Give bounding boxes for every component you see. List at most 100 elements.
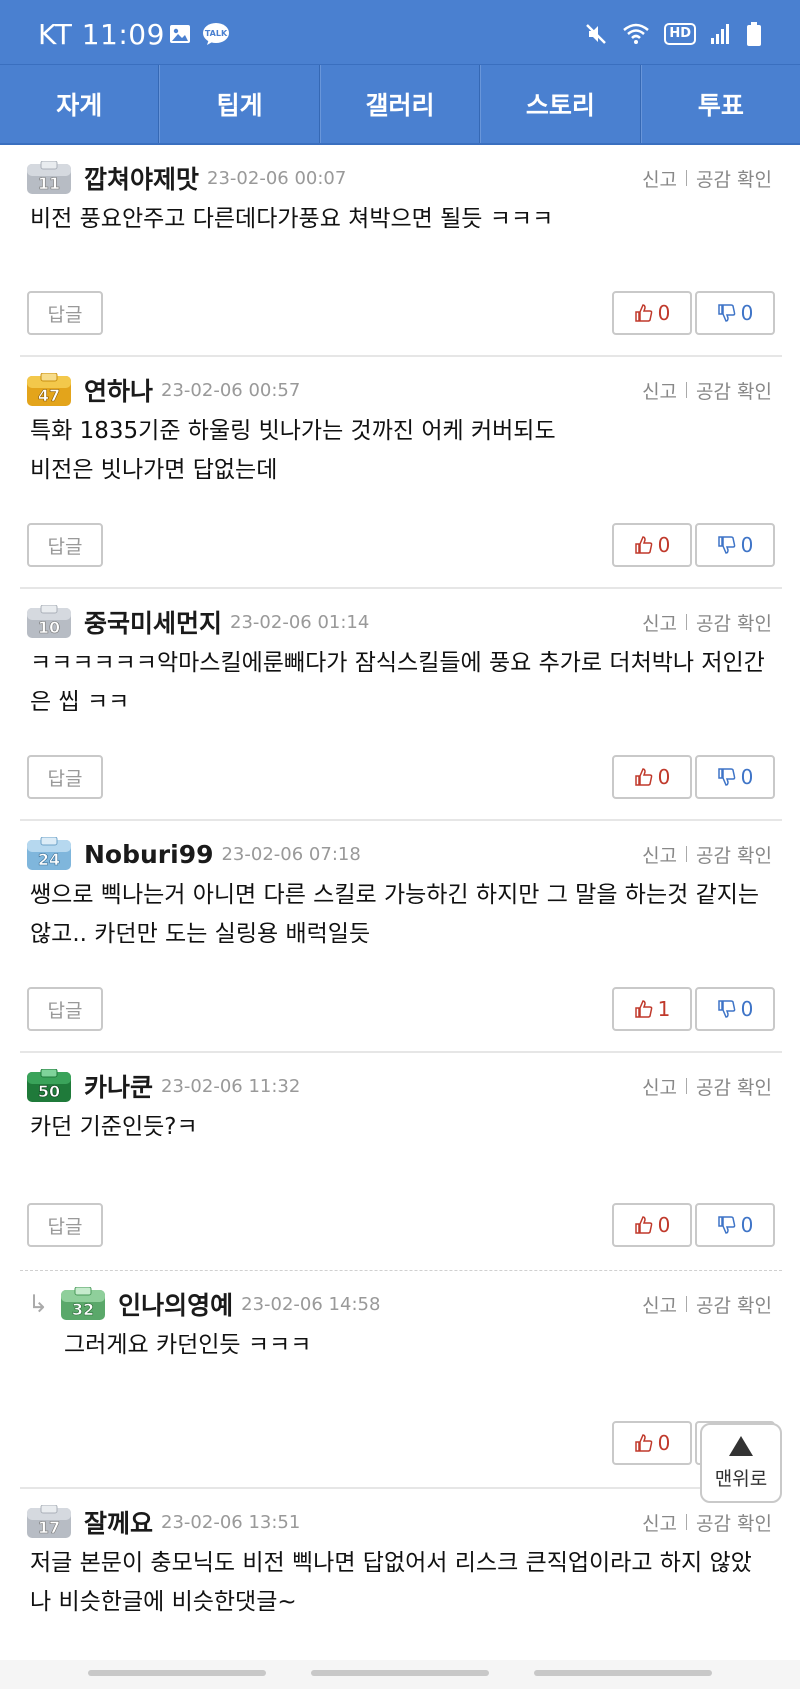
comment-header: 50 카나쿤 23-02-06 11:32 신고 공감 확인 — [26, 1065, 772, 1107]
thumbs-down-icon — [717, 304, 735, 322]
tab-gallery[interactable]: 갤러리 — [319, 65, 481, 143]
thumbs-down-icon — [717, 768, 735, 786]
level-badge-icon: 17 — [26, 1505, 72, 1539]
comment-actions: 신고 공감 확인 — [642, 1291, 772, 1318]
comment-header: 24 Noburi99 23-02-06 07:18 신고 공감 확인 — [26, 833, 772, 875]
comment-text: 그러게요 카던인듯 ㅋㅋㅋ — [64, 1332, 312, 1358]
level-badge-icon: 50 — [26, 1069, 72, 1103]
level-number: 10 — [38, 618, 60, 637]
status-bar: KT 11:09 TALK HD — [0, 0, 800, 64]
report-link[interactable]: 신고 — [642, 377, 677, 404]
downvote-count: 0 — [740, 533, 754, 557]
thumbs-down-icon — [717, 1000, 735, 1018]
upvote-button[interactable]: 0 — [612, 523, 692, 567]
comment-actions: 신고 공감 확인 — [642, 165, 772, 192]
upvote-count: 1 — [657, 997, 671, 1021]
downvote-count: 0 — [740, 765, 754, 789]
comment-actions: 신고 공감 확인 — [642, 1073, 772, 1100]
carrier-time: KT 11:09 — [38, 18, 165, 51]
comment-author[interactable]: 잘께요 — [84, 1504, 153, 1540]
recent-apps-button[interactable] — [88, 1670, 266, 1676]
report-link[interactable]: 신고 — [642, 165, 677, 192]
comment-date: 23-02-06 00:07 — [207, 167, 347, 189]
likes-check-link[interactable]: 공감 확인 — [696, 1073, 772, 1100]
upvote-count: 0 — [657, 1213, 671, 1237]
tab-tip-board[interactable]: 팁게 — [159, 65, 320, 143]
comment-text: 저글 본문이 충모닉도 비전 삑나면 답없어서 리스크 큰직업이라고 하지 않았… — [30, 1550, 752, 1615]
comment-author[interactable]: Noburi99 — [84, 840, 213, 869]
level-badge-icon: 24 — [26, 837, 72, 871]
upvote-count: 0 — [657, 1431, 671, 1455]
upvote-button[interactable]: 0 — [612, 1203, 692, 1247]
comment-list: 11 깝쳐야제맛 23-02-06 00:07 신고 공감 확인 비전 풍요안주… — [20, 145, 782, 1669]
divider — [686, 614, 688, 630]
comment-text: 카던 기준인듯?ㅋ — [30, 1114, 198, 1140]
divider — [686, 1078, 688, 1094]
level-number: 32 — [72, 1300, 94, 1319]
reply-comment-item: ↳ 32 인나의영예 23-02-06 14:58 신고 공감 확인 그러게요 … — [20, 1271, 782, 1489]
comment-actions: 신고 공감 확인 — [642, 841, 772, 868]
comment-date: 23-02-06 14:58 — [241, 1293, 381, 1315]
thumbs-up-icon — [634, 1434, 652, 1452]
thumbs-up-icon — [634, 768, 652, 786]
comment-author[interactable]: 카나쿤 — [84, 1068, 153, 1104]
likes-check-link[interactable]: 공감 확인 — [696, 165, 772, 192]
downvote-button[interactable]: 0 — [695, 755, 775, 799]
tab-story[interactable]: 스토리 — [480, 65, 641, 143]
report-link[interactable]: 신고 — [642, 1291, 677, 1318]
report-link[interactable]: 신고 — [642, 1509, 677, 1536]
comment-date: 23-02-06 01:14 — [230, 611, 370, 633]
tab-vote[interactable]: 투표 — [640, 65, 800, 143]
status-system-icons: HD — [584, 22, 762, 46]
comment-item: 50 카나쿤 23-02-06 11:32 신고 공감 확인 카던 기준인듯?ㅋ… — [20, 1053, 782, 1271]
comment-text: 쌩으로 삑나는거 아니면 다른 스킬로 가능하긴 하지만 그 말을 하는것 같지… — [30, 882, 760, 947]
likes-check-link[interactable]: 공감 확인 — [696, 1509, 772, 1536]
comment-author[interactable]: 연하나 — [84, 372, 153, 408]
downvote-button[interactable]: 0 — [695, 987, 775, 1031]
thumbs-up-icon — [634, 1216, 652, 1234]
comment-author[interactable]: 중국미세먼지 — [84, 604, 222, 640]
likes-check-link[interactable]: 공감 확인 — [696, 841, 772, 868]
level-badge-icon: 11 — [26, 161, 72, 195]
downvote-button[interactable]: 0 — [695, 1203, 775, 1247]
report-link[interactable]: 신고 — [642, 609, 677, 636]
comment-header: 10 중국미세먼지 23-02-06 01:14 신고 공감 확인 — [26, 601, 772, 643]
signal-icon — [710, 22, 732, 46]
level-number: 11 — [38, 174, 60, 193]
upvote-button[interactable]: 0 — [612, 755, 692, 799]
downvote-count: 0 — [740, 997, 754, 1021]
back-button[interactable] — [534, 1670, 712, 1676]
tab-free-board[interactable]: 자게 — [0, 65, 160, 143]
upvote-button[interactable]: 0 — [612, 291, 692, 335]
downvote-button[interactable]: 0 — [695, 523, 775, 567]
comment-item: 17 잘께요 23-02-06 13:51 신고 공감 확인 저글 본문이 충모… — [20, 1489, 782, 1669]
thumbs-down-icon — [717, 1216, 735, 1234]
likes-check-link[interactable]: 공감 확인 — [696, 609, 772, 636]
upvote-count: 0 — [657, 301, 671, 325]
comment-author[interactable]: 인나의영예 — [118, 1286, 233, 1322]
downvote-button[interactable]: 0 — [695, 291, 775, 335]
reply-button[interactable]: 답글 — [27, 987, 103, 1031]
comment-item: 11 깝쳐야제맛 23-02-06 00:07 신고 공감 확인 비전 풍요안주… — [20, 145, 782, 357]
likes-check-link[interactable]: 공감 확인 — [696, 1291, 772, 1318]
home-button[interactable] — [311, 1670, 489, 1676]
comment-item: 10 중국미세먼지 23-02-06 01:14 신고 공감 확인 ㅋㅋㅋㅋㅋㅋ… — [20, 589, 782, 821]
report-link[interactable]: 신고 — [642, 1073, 677, 1100]
thumbs-up-icon — [634, 536, 652, 554]
level-number: 50 — [38, 1082, 60, 1101]
report-link[interactable]: 신고 — [642, 841, 677, 868]
reply-button[interactable]: 답글 — [27, 523, 103, 567]
scroll-to-top-button[interactable]: 맨위로 — [700, 1423, 782, 1503]
comment-text: ㅋㅋㅋㅋㅋㅋ악마스킬에룬빼다가 잠식스킬들에 풍요 추가로 더처박나 저인간은 … — [30, 650, 765, 715]
scroll-to-top-label: 맨위로 — [714, 1467, 768, 1490]
comment-author[interactable]: 깝쳐야제맛 — [84, 160, 199, 196]
reply-button[interactable]: 답글 — [27, 755, 103, 799]
upvote-button[interactable]: 1 — [612, 987, 692, 1031]
upvote-button[interactable]: 0 — [612, 1421, 692, 1465]
comment-actions: 신고 공감 확인 — [642, 1509, 772, 1536]
comment-item: 24 Noburi99 23-02-06 07:18 신고 공감 확인 쌩으로 … — [20, 821, 782, 1053]
divider — [686, 382, 688, 398]
reply-button[interactable]: 답글 — [27, 1203, 103, 1247]
likes-check-link[interactable]: 공감 확인 — [696, 377, 772, 404]
reply-button[interactable]: 답글 — [27, 291, 103, 335]
